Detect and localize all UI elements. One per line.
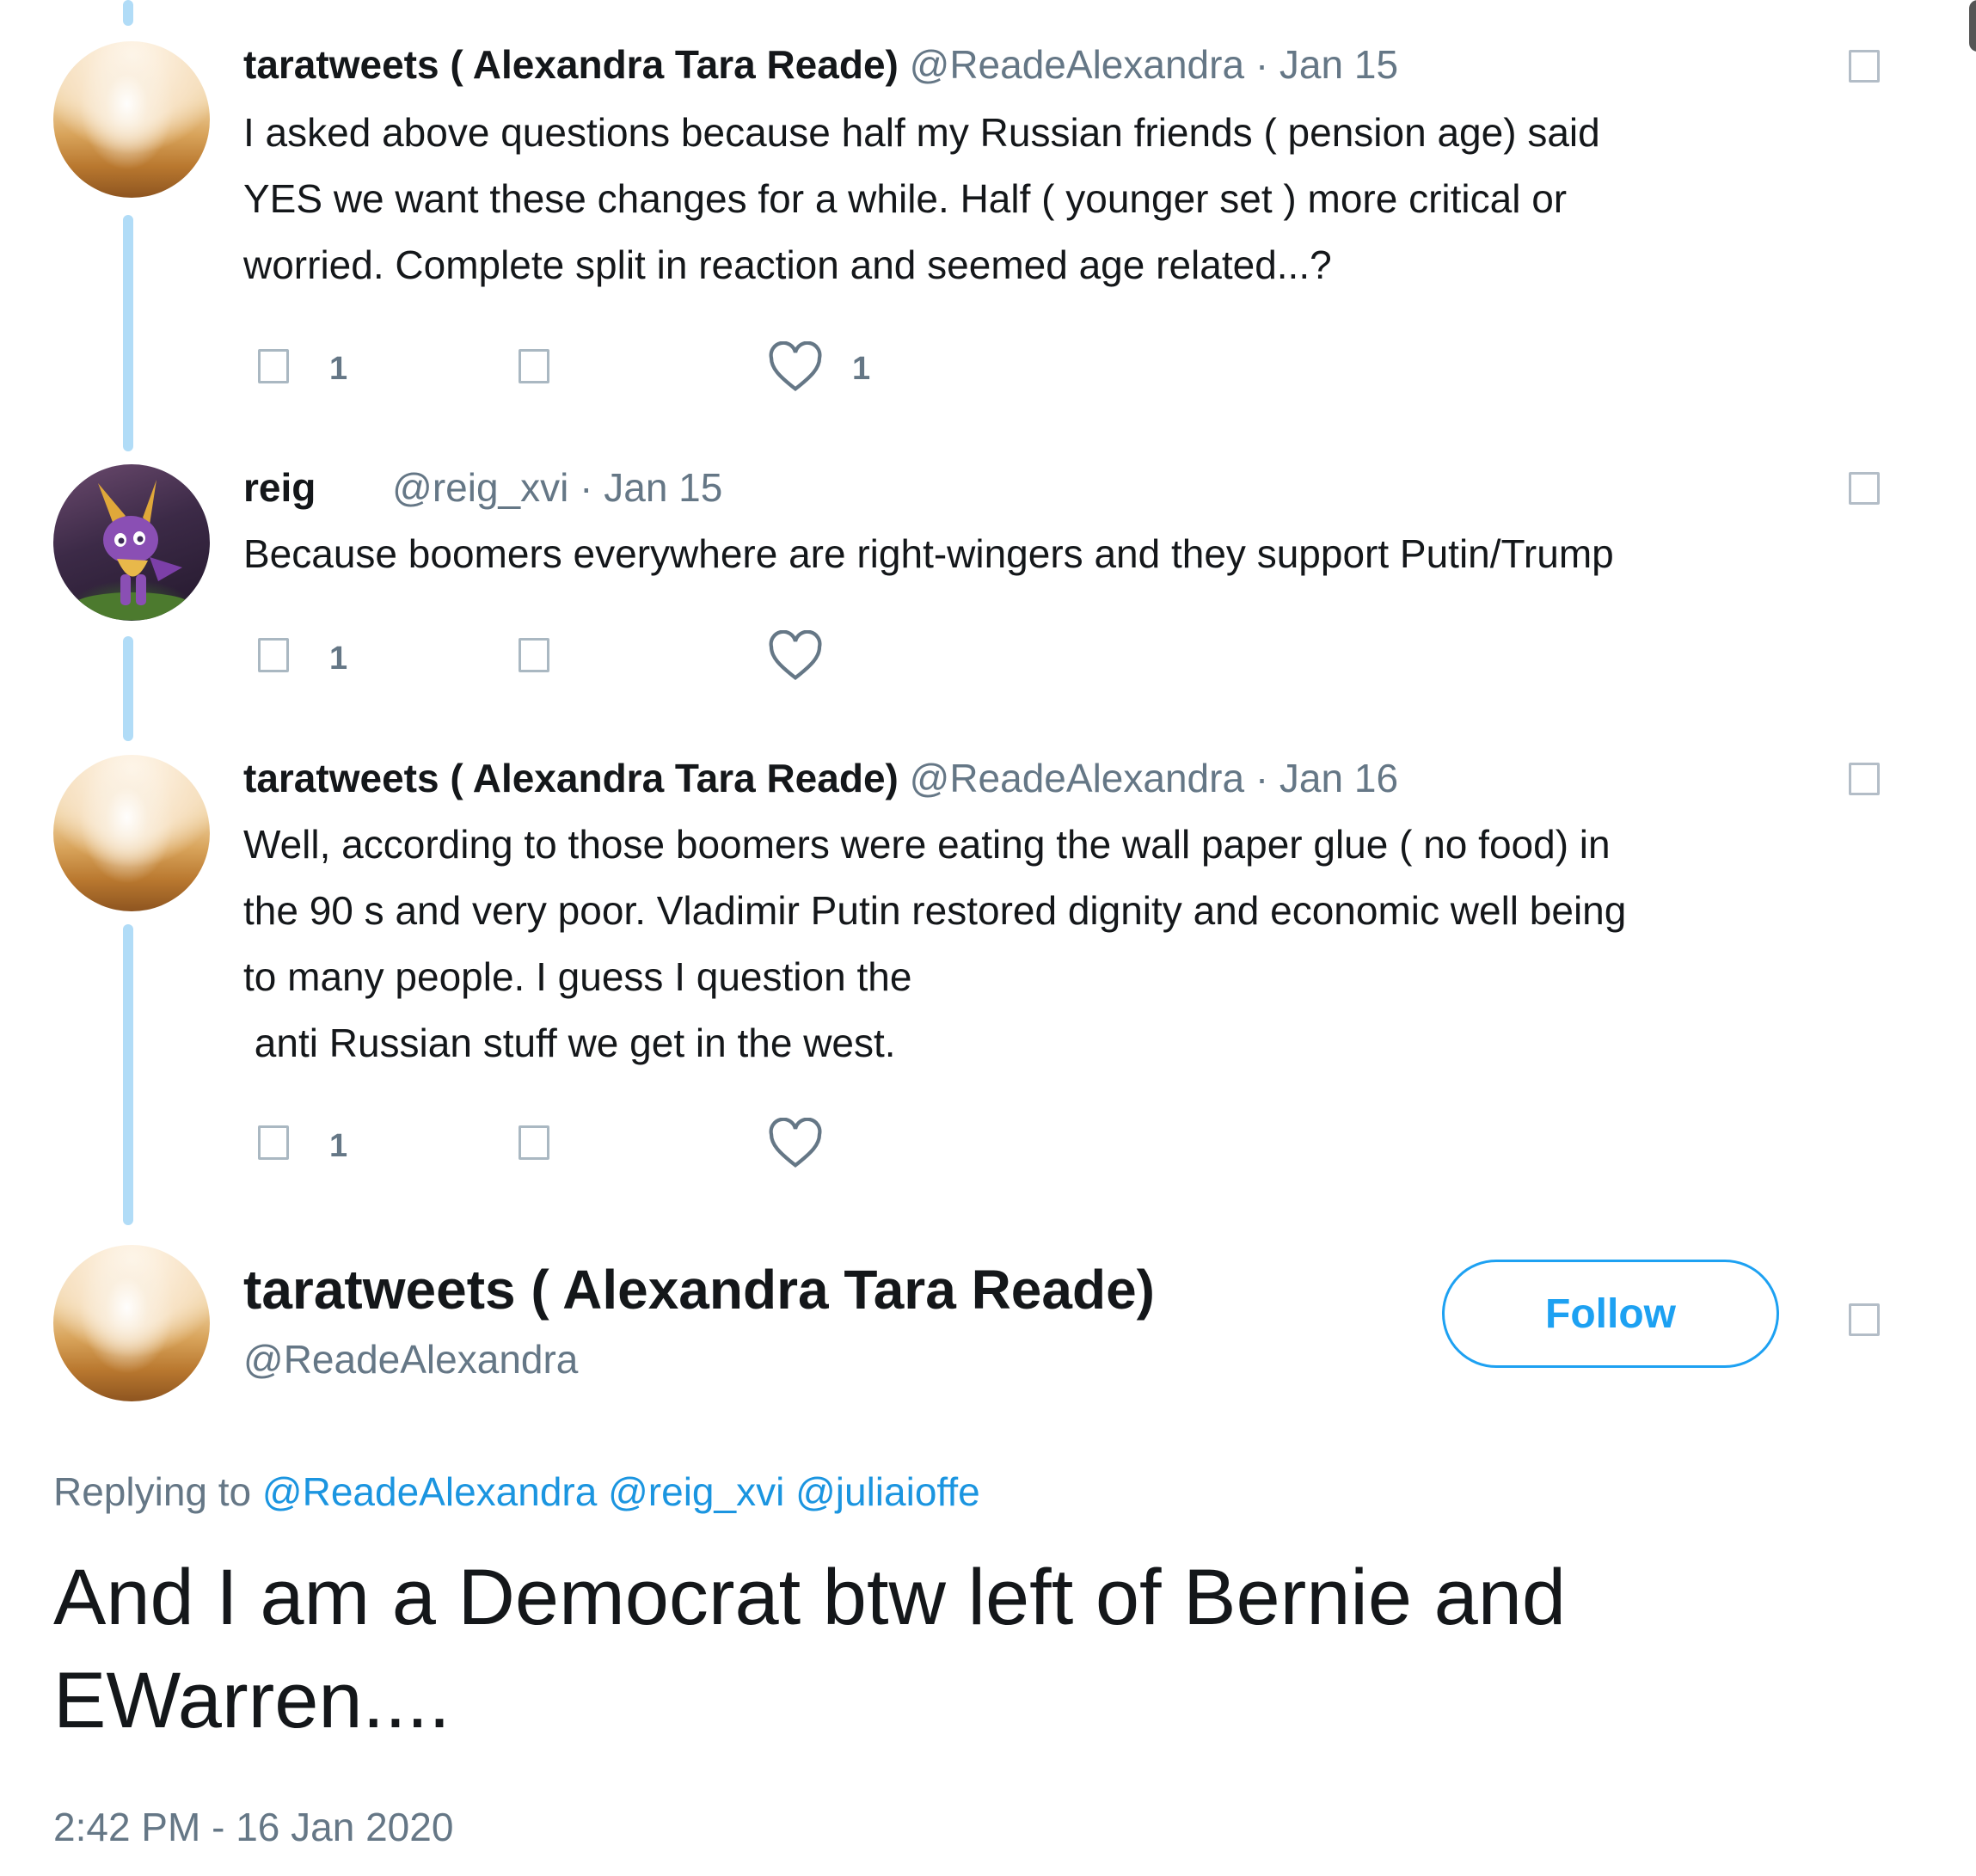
replying-to: Replying to @ReadeAlexandra @reig_xvi @j…	[53, 1468, 980, 1515]
dragon-icon	[72, 480, 193, 620]
tweet-header: reig @reig_xvi · Jan 15	[243, 464, 722, 511]
user-handle[interactable]: @ReadeAlexandra	[243, 1336, 578, 1382]
display-name[interactable]: taratweets ( Alexandra Tara Reade)	[243, 756, 899, 800]
heart-icon[interactable]	[768, 341, 823, 393]
tweet-date[interactable]: · Jan 15	[1255, 42, 1398, 87]
display-name[interactable]: reig	[243, 465, 316, 510]
follow-button[interactable]: Follow	[1442, 1260, 1779, 1368]
tweet-text-line: I asked above questions because half my …	[243, 110, 1600, 155]
tweet-text-line: Well, according to those boomers were ea…	[243, 822, 1611, 867]
mention-link[interactable]: @juliaioffe	[795, 1469, 980, 1514]
edge-avatar-fragment	[1969, 0, 1976, 52]
retweet-icon[interactable]	[519, 638, 549, 672]
tweet-text: Well, according to those boomers were ea…	[243, 812, 1626, 1076]
tweet-date[interactable]: · Jan 16	[1255, 756, 1398, 800]
tweet-text-line: worried. Complete split in reaction and …	[243, 242, 1332, 287]
retweet-icon[interactable]	[519, 349, 549, 383]
tweet-text: And I am a Democrat btw left of Bernie a…	[53, 1546, 1566, 1752]
tweet-text-line: EWarren....	[53, 1657, 451, 1744]
mention-link[interactable]: @reig_xvi	[608, 1469, 784, 1514]
avatar[interactable]	[53, 1245, 210, 1401]
reply-count: 1	[329, 351, 348, 387]
caret-icon[interactable]	[1849, 763, 1880, 795]
tweet-text-line: the 90 s and very poor. Vladimir Putin r…	[243, 888, 1627, 933]
reply-icon[interactable]	[258, 638, 289, 672]
caret-icon[interactable]	[1849, 50, 1880, 83]
tweet-timestamp[interactable]: 2:42 PM - 16 Jan 2020	[53, 1804, 453, 1850]
retweet-icon[interactable]	[519, 1125, 549, 1160]
tweet-text: I asked above questions because half my …	[243, 100, 1600, 298]
thread-line	[123, 215, 133, 451]
tweet-text-line: anti Russian stuff we get in the west.	[243, 1021, 896, 1065]
like-count: 1	[852, 351, 871, 387]
user-handle[interactable]: @ReadeAlexandra	[910, 42, 1244, 87]
reply-count: 1	[329, 641, 348, 677]
reply-count: 1	[329, 1128, 348, 1164]
tweet-text: Because boomers everywhere are right-win…	[243, 521, 1614, 587]
display-name[interactable]: taratweets ( Alexandra Tara Reade)	[243, 1258, 1155, 1321]
avatar[interactable]	[53, 464, 210, 621]
caret-icon[interactable]	[1849, 1303, 1880, 1336]
user-handle[interactable]: @ReadeAlexandra	[910, 756, 1244, 800]
replying-to-label: Replying to	[53, 1469, 252, 1514]
reply-icon[interactable]	[258, 349, 289, 383]
heart-icon[interactable]	[768, 630, 823, 682]
tweet-text-line: Because boomers everywhere are right-win…	[243, 531, 1614, 576]
tweet-text-line: YES we want these changes for a while. H…	[243, 176, 1568, 221]
caret-icon[interactable]	[1849, 472, 1880, 505]
heart-icon[interactable]	[768, 1118, 823, 1169]
thread-line	[123, 636, 133, 741]
reply-icon[interactable]	[258, 1125, 289, 1160]
tweet-header: taratweets ( Alexandra Tara Reade) @Read…	[243, 41, 1398, 88]
thread-line	[123, 924, 133, 1225]
tweet-date[interactable]: · Jan 15	[580, 465, 722, 510]
tweet-text-line: And I am a Democrat btw left of Bernie a…	[53, 1554, 1567, 1641]
tweet-header: taratweets ( Alexandra Tara Reade) @Read…	[243, 755, 1398, 801]
user-handle[interactable]: @reig_xvi	[392, 465, 568, 510]
avatar[interactable]	[53, 755, 210, 911]
thread-line	[123, 0, 133, 26]
tweet-text-line: to many people. I guess I question the	[243, 954, 912, 999]
display-name[interactable]: taratweets ( Alexandra Tara Reade)	[243, 42, 899, 87]
avatar[interactable]	[53, 41, 210, 198]
mention-link[interactable]: @ReadeAlexandra	[262, 1469, 597, 1514]
